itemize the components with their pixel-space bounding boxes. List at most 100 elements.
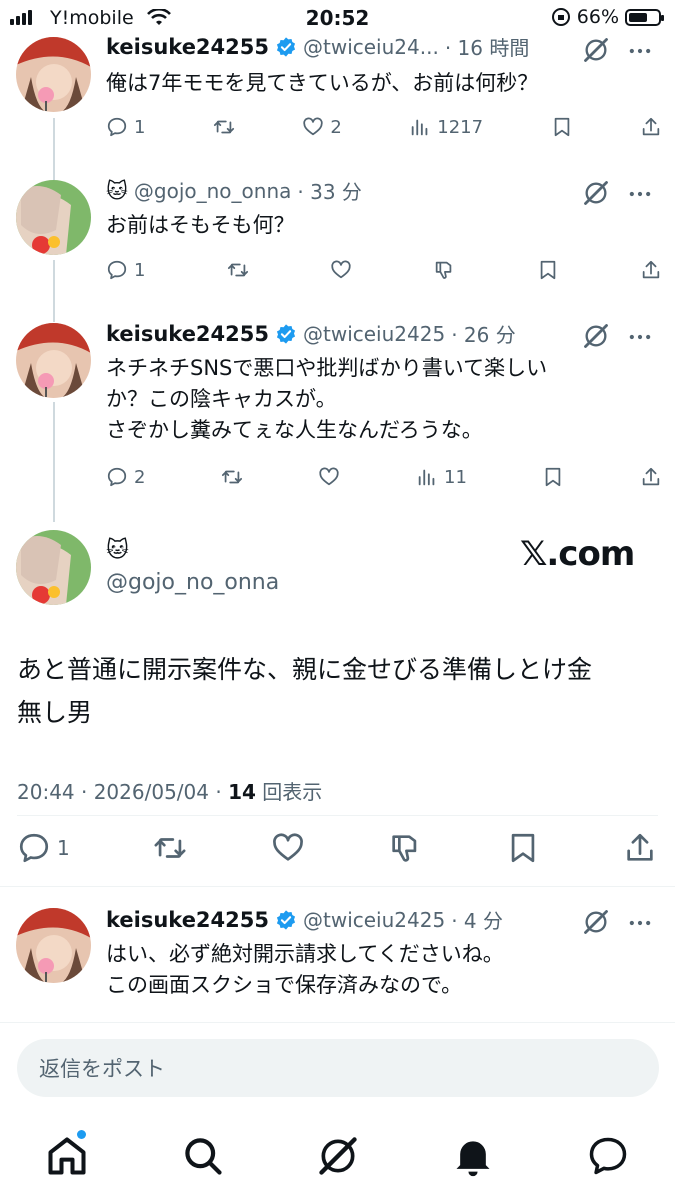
retweet-button[interactable] [153,830,187,866]
bell-icon[interactable] [451,1134,495,1178]
timestamp[interactable]: · 26 分 [451,319,516,348]
tweet-meta: 20:44 · 2026/05/04 · 14 回表示 [17,776,322,805]
avatar[interactable] [16,37,91,112]
tweet-text: あと普通に開示案件な、親に金せびる準備しとけ金 無し男 [17,655,593,727]
retweet-button[interactable] [213,114,235,140]
handle[interactable]: @gojo_no_onna [134,179,291,203]
timestamp[interactable]: · 4 分 [451,905,503,934]
like-count: 2 [330,116,342,138]
verified-icon [275,909,297,931]
dislike-button[interactable] [388,830,422,866]
reply-count: 1 [57,836,70,860]
orientation-lock-icon [551,8,570,26]
handle[interactable]: @twiceiu24... [303,35,439,59]
bookmark-button[interactable] [506,830,540,866]
bookmark-icon [551,116,573,138]
grok-icon[interactable] [316,1134,360,1178]
tab-bar [0,1120,675,1200]
timestamp[interactable]: · 16 時間 [445,32,530,61]
retweet-button[interactable] [221,464,243,490]
avatar[interactable] [16,180,91,255]
reply-icon [106,466,128,488]
battery-percent: 66% [576,6,619,28]
views-button[interactable]: 11 [416,464,467,490]
reply-button[interactable]: 1 [106,257,145,283]
reply-icon [17,831,51,865]
verified-icon [275,36,297,58]
handle[interactable]: @gojo_no_onna [106,570,279,595]
like-button[interactable]: 2 [302,114,342,140]
reply-button[interactable]: 2 [106,464,145,490]
action-bar: 1 [17,830,657,866]
more-icon[interactable] [626,37,654,65]
display-name[interactable]: 🐱 [106,538,129,563]
action-bar: 2 11 [106,464,662,490]
like-button[interactable] [318,464,340,490]
display-name[interactable]: keisuke24255 [106,322,269,346]
more-icon[interactable] [626,909,654,937]
share-button[interactable] [623,830,657,866]
view-count: 11 [444,466,467,488]
timestamp[interactable]: · 33 分 [297,176,362,205]
grok-icon[interactable] [582,322,610,350]
bookmark-icon [542,466,564,488]
action-bar: 1 [106,257,662,283]
share-button[interactable] [640,257,662,283]
reply-count: 1 [134,116,146,138]
reply-button[interactable]: 1 [17,830,70,866]
retweet-button[interactable] [227,257,249,283]
bookmark-icon [537,259,559,281]
reply-count: 1 [134,259,146,281]
share-icon [640,259,662,281]
avatar[interactable] [16,908,91,983]
grok-icon[interactable] [582,179,610,207]
thread-line [53,118,55,180]
like-button[interactable] [271,830,305,866]
reply-count: 2 [134,466,146,488]
grok-icon[interactable] [582,908,610,936]
retweet-icon [221,466,243,488]
tweet-header: 🐱 @gojo_no_onna · 33 分 [106,176,661,205]
notification-dot [77,1130,86,1139]
share-icon [640,466,662,488]
views-button[interactable]: 1217 [409,114,483,140]
more-icon[interactable] [626,180,654,208]
view-count: 1217 [437,116,484,138]
share-button[interactable] [640,114,662,140]
reply-input[interactable]: 返信をポスト [17,1039,659,1097]
grok-icon[interactable] [582,36,610,64]
messages-icon[interactable] [586,1134,630,1178]
battery-icon [625,8,664,26]
divider [0,1022,675,1023]
action-bar: 1 2 1217 [106,114,662,140]
tweet-text: ネチネチSNSで悪口や批判ばかり書いて楽しい か？この陰キャカスが。 さぞかし糞… [106,356,548,442]
display-name[interactable]: keisuke24255 [106,908,269,932]
like-icon [330,259,352,281]
share-button[interactable] [640,464,662,490]
like-icon [318,466,340,488]
avatar[interactable] [16,530,91,605]
bookmark-button[interactable] [537,257,559,283]
bookmark-button[interactable] [542,464,564,490]
dislike-button[interactable] [433,257,455,283]
tweet-header: keisuke24255 @twiceiu2425 · 26 分 [106,319,661,348]
handle[interactable]: @twiceiu2425 [303,908,445,932]
tweet-text: 俺は7年モモを見てきているが、お前は何秒？ [106,71,539,95]
timestamp[interactable]: 20:44 · 2026/05/04 · [17,780,228,804]
reply-button[interactable]: 1 [106,114,145,140]
more-icon[interactable] [626,323,654,351]
avatar[interactable] [16,323,91,398]
retweet-icon [227,259,249,281]
home-icon[interactable] [45,1134,89,1178]
display-name[interactable]: keisuke24255 [106,35,269,59]
display-name[interactable]: 🐱 [106,179,128,203]
search-icon[interactable] [181,1134,225,1178]
like-button[interactable] [330,257,352,283]
handle[interactable]: @twiceiu2425 [303,322,445,346]
reply-icon [106,259,128,281]
like-icon [271,831,305,865]
views-icon [409,116,431,138]
tweet-header: keisuke24255 @twiceiu2425 · 4 分 [106,905,661,934]
bookmark-button[interactable] [551,114,573,140]
reply-placeholder: 返信をポスト [39,1057,165,1081]
